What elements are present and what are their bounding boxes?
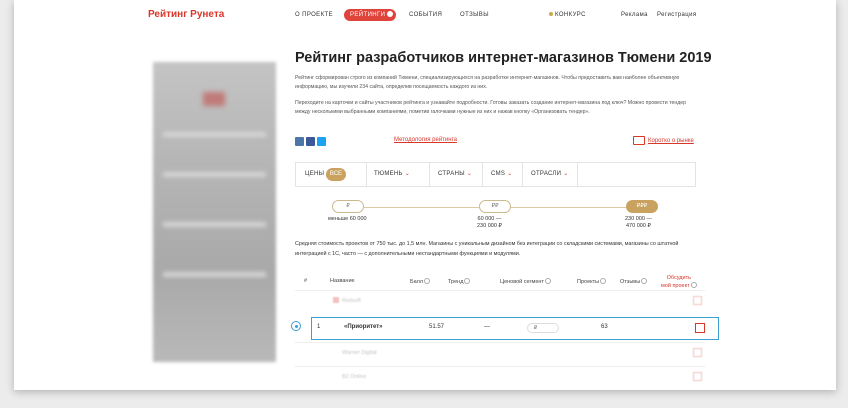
col-projects-label: Проекты xyxy=(577,279,600,285)
site-header: Рейтинг Рунета О ПРОЕКТЕ РЕЙТИНГИ СОБЫТИ… xyxy=(14,0,836,32)
site-logo[interactable]: Рейтинг Рунета xyxy=(148,9,224,20)
table-row-highlighted[interactable]: 1 «Приоритет» 51.57 — ₽ 63 xyxy=(311,317,719,340)
help-icon[interactable] xyxy=(464,278,471,284)
discuss-checkbox[interactable] xyxy=(693,348,702,357)
help-icon[interactable] xyxy=(600,278,607,284)
col-score-label: Балл xyxy=(410,279,424,285)
filter-countries-label: СТРАНЫ xyxy=(438,171,465,177)
intro-paragraph-2: Переходите на карточки и сайты участнико… xyxy=(295,100,687,115)
nav-about[interactable]: О ПРОЕКТЕ xyxy=(295,12,333,18)
filter-cms[interactable]: CMS ⌄ xyxy=(491,163,513,186)
price-low-label: меньше 60 000 xyxy=(328,216,367,222)
col-projects[interactable]: Проекты xyxy=(577,278,607,285)
col-trend[interactable]: Тренд xyxy=(448,278,471,285)
row-name[interactable]: Warner Digital xyxy=(342,350,377,356)
col-num: # xyxy=(304,278,308,284)
col-name[interactable]: Название xyxy=(330,278,355,284)
row-name[interactable]: Redsoft xyxy=(342,298,361,304)
discuss-checkbox[interactable] xyxy=(693,372,702,381)
vk-share-icon[interactable] xyxy=(295,137,304,146)
col-discuss-label-2: мой проект xyxy=(661,282,697,290)
col-discuss: Обсудить мой проект xyxy=(661,275,697,290)
row-name[interactable]: «Приоритет» xyxy=(344,324,383,330)
price-high-label-1: 230 000 — xyxy=(625,216,652,222)
table-row[interactable]: Redsoft xyxy=(295,290,705,314)
nav-ratings-dot-icon xyxy=(387,11,394,17)
chevron-down-icon: ⌄ xyxy=(507,171,513,177)
help-icon[interactable] xyxy=(690,282,697,288)
nav-events[interactable]: СОБЫТИЯ xyxy=(409,12,442,18)
col-trend-label: Тренд xyxy=(448,279,464,285)
contest-dot-icon xyxy=(549,12,553,16)
target-icon xyxy=(291,321,301,331)
nav-register[interactable]: Регистрация xyxy=(657,12,696,18)
help-icon[interactable] xyxy=(424,278,431,284)
nav-ratings[interactable]: РЕЙТИНГИ xyxy=(344,9,396,21)
nav-contest-label: КОНКУРС xyxy=(555,12,586,18)
price-mid-label-1: 60 000 — xyxy=(477,216,502,222)
nav-contest[interactable]: КОНКУРС xyxy=(549,12,586,18)
blurred-sidebar-ad xyxy=(153,62,276,362)
table-row[interactable]: Warner Digital xyxy=(295,342,705,366)
price-mid-label-2: 230 000 ₽ xyxy=(477,223,502,229)
nav-ads[interactable]: Реклама xyxy=(621,12,648,18)
col-reviews-label: Отзывы xyxy=(620,279,641,285)
price-scale-line xyxy=(511,207,626,208)
nav-ratings-label: РЕЙТИНГИ xyxy=(350,12,386,18)
price-mid-button[interactable]: ₽₽ xyxy=(479,200,511,213)
filter-bar: ЦЕНЫ ТЮМЕНЬ ⌄ СТРАНЫ ⌄ CMS ⌄ ОТРАСЛИ ⌄ xyxy=(295,162,696,187)
market-brief-icon[interactable] xyxy=(633,136,645,145)
help-icon[interactable] xyxy=(544,278,551,284)
row-price-segment: ₽ xyxy=(527,323,559,333)
filter-city[interactable]: ТЮМЕНЬ ⌄ xyxy=(374,163,410,186)
segment-description: Средняя стоимость проектов от 750 тыс. д… xyxy=(295,241,679,257)
price-low-button[interactable]: ₽ xyxy=(332,200,364,213)
col-discuss-label-1: Обсудить xyxy=(666,275,691,281)
price-high-label: 230 000 —470 000 ₽ xyxy=(625,216,652,230)
row-projects: 63 xyxy=(601,324,608,330)
facebook-share-icon[interactable] xyxy=(306,137,315,146)
row-score: 51.57 xyxy=(429,324,445,330)
filter-all-button[interactable]: ВСЕ xyxy=(326,168,346,181)
filter-prices-label: ЦЕНЫ xyxy=(305,171,325,177)
price-high-label-2: 470 000 ₽ xyxy=(626,223,651,229)
filter-countries[interactable]: СТРАНЫ ⌄ xyxy=(438,163,472,186)
filter-city-label: ТЮМЕНЬ xyxy=(374,171,403,177)
row-num: 1 xyxy=(317,324,321,330)
page-title: Рейтинг разработчиков интернет-магазинов… xyxy=(295,50,712,66)
intro-paragraph-1: Рейтинг сформирован строго из компаний Т… xyxy=(295,75,680,90)
table-row[interactable]: B2 Online xyxy=(295,366,705,390)
row-name[interactable]: B2 Online xyxy=(342,374,366,380)
col-score[interactable]: Балл xyxy=(410,278,431,285)
col-price-segment-label: Ценовой сегмент xyxy=(500,279,544,285)
filter-industries[interactable]: ОТРАСЛИ ⌄ xyxy=(531,163,569,186)
price-mid-label: 60 000 —230 000 ₽ xyxy=(477,216,502,230)
price-scale-line xyxy=(364,207,479,208)
filter-cms-label: CMS xyxy=(491,171,506,177)
row-trend: — xyxy=(484,324,490,330)
chevron-down-icon: ⌄ xyxy=(404,171,411,177)
chevron-down-icon: ⌄ xyxy=(466,171,473,177)
discuss-checkbox[interactable] xyxy=(695,323,705,333)
market-brief-link[interactable]: Коротко о рынке xyxy=(648,138,694,144)
browser-page: Рейтинг Рунета О ПРОЕКТЕ РЕЙТИНГИ СОБЫТИ… xyxy=(14,0,836,390)
price-high-button[interactable]: ₽₽₽ xyxy=(626,200,658,213)
help-icon[interactable] xyxy=(641,278,648,284)
nav-reviews[interactable]: ОТЗЫВЫ xyxy=(460,12,489,18)
methodology-link[interactable]: Методология рейтинга xyxy=(394,137,457,143)
col-reviews[interactable]: Отзывы xyxy=(620,278,648,285)
chevron-down-icon: ⌄ xyxy=(563,171,569,177)
twitter-share-icon[interactable] xyxy=(317,137,326,146)
discuss-checkbox[interactable] xyxy=(693,296,702,305)
filter-industries-label: ОТРАСЛИ xyxy=(531,171,562,177)
col-price-segment[interactable]: Ценовой сегмент xyxy=(500,278,551,285)
